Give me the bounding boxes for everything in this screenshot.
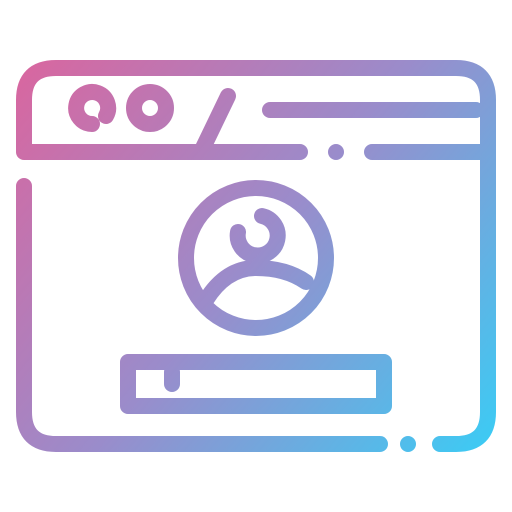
slash-separator — [194, 88, 236, 158]
window-control-circle-icon — [126, 84, 174, 132]
window-control-circle-open-icon — [68, 84, 117, 132]
browser-frame-body — [432, 142, 496, 452]
user-shoulders-icon — [198, 260, 314, 308]
frame-gap-dot — [400, 436, 416, 452]
browser-user-profile-icon — [16, 60, 496, 452]
title-bar-divider-dot — [328, 144, 344, 160]
user-head-icon — [229, 208, 286, 264]
icon-canvas — [0, 0, 512, 512]
